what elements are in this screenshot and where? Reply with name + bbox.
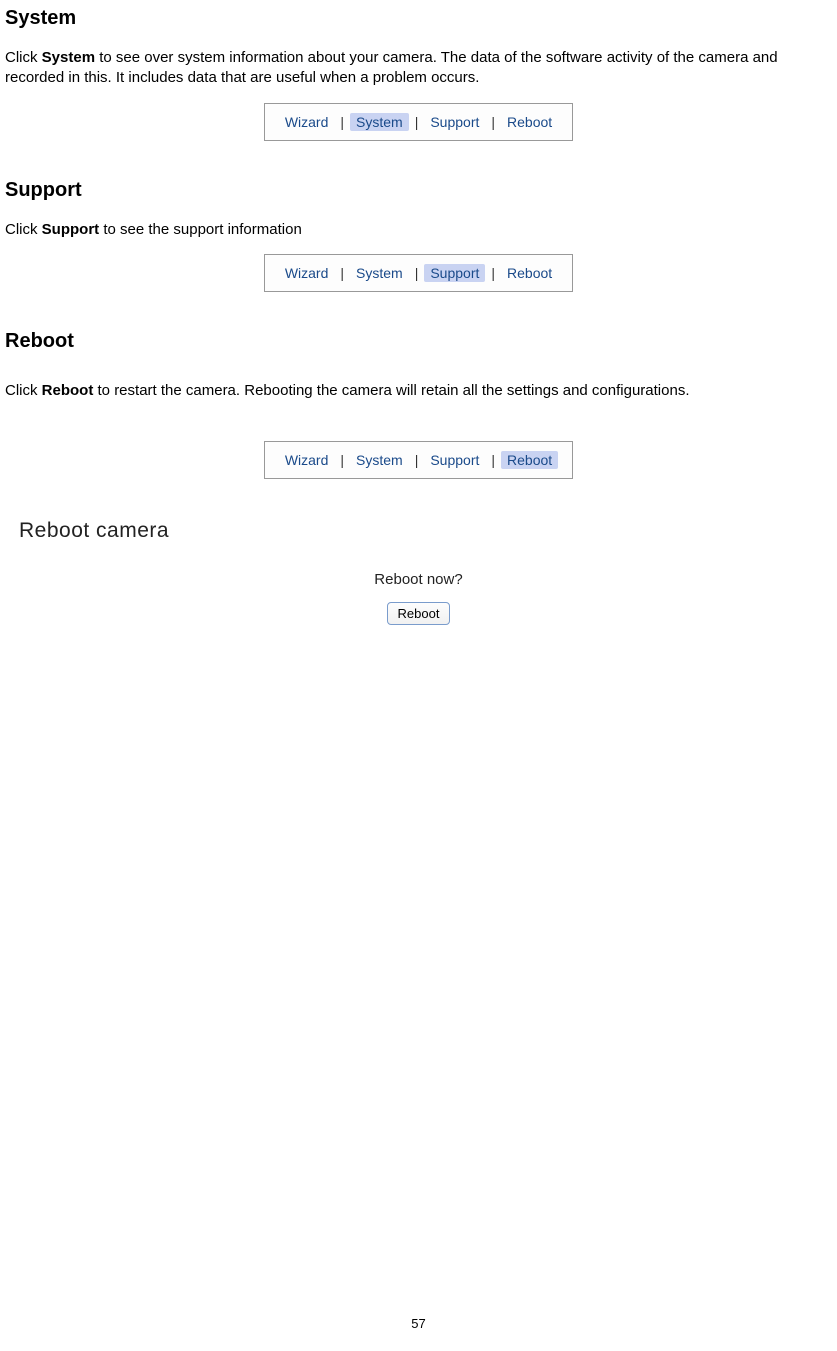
tab-separator: | xyxy=(485,452,501,468)
para-reboot-bold: Reboot xyxy=(42,382,94,399)
tabbar: Wizard | System | Support | Reboot xyxy=(264,441,573,479)
tab-separator: | xyxy=(334,265,350,281)
tab-separator: | xyxy=(409,452,425,468)
tab-reboot[interactable]: Reboot xyxy=(501,113,558,131)
reboot-prompt: Reboot now? xyxy=(15,571,822,588)
tab-separator: | xyxy=(409,114,425,130)
tab-system[interactable]: System xyxy=(350,113,409,131)
tab-wizard[interactable]: Wizard xyxy=(279,451,335,469)
para-system-bold: System xyxy=(42,49,95,66)
tab-reboot[interactable]: Reboot xyxy=(501,264,558,282)
tab-system[interactable]: System xyxy=(350,264,409,282)
heading-support: Support xyxy=(5,179,832,202)
para-system-pre: Click xyxy=(5,49,42,66)
para-support-pre: Click xyxy=(5,221,42,238)
heading-reboot: Reboot xyxy=(5,330,832,353)
figure-tabbar-support: Wizard | System | Support | Reboot xyxy=(5,254,832,292)
tab-separator: | xyxy=(334,452,350,468)
tab-support[interactable]: Support xyxy=(424,264,485,282)
para-support-post: to see the support information xyxy=(99,221,302,238)
figure-tabbar-reboot: Wizard | System | Support | Reboot xyxy=(5,441,832,479)
reboot-panel-title: Reboot camera xyxy=(19,519,822,543)
heading-system: System xyxy=(5,7,832,30)
tab-wizard[interactable]: Wizard xyxy=(279,264,335,282)
tab-separator: | xyxy=(409,265,425,281)
para-support: Click Support to see the support informa… xyxy=(5,220,832,240)
tabbar: Wizard | System | Support | Reboot xyxy=(264,103,573,141)
para-system-post: to see over system information about you… xyxy=(5,49,778,86)
para-reboot-post: to restart the camera. Rebooting the cam… xyxy=(93,382,689,399)
tab-separator: | xyxy=(485,265,501,281)
para-support-bold: Support xyxy=(42,221,100,238)
tab-support[interactable]: Support xyxy=(424,451,485,469)
tab-wizard[interactable]: Wizard xyxy=(279,113,335,131)
tab-system[interactable]: System xyxy=(350,451,409,469)
tab-support[interactable]: Support xyxy=(424,113,485,131)
tab-separator: | xyxy=(334,114,350,130)
figure-tabbar-system: Wizard | System | Support | Reboot xyxy=(5,103,832,141)
tab-reboot[interactable]: Reboot xyxy=(501,451,558,469)
reboot-button[interactable]: Reboot xyxy=(387,602,451,625)
para-system: Click System to see over system informat… xyxy=(5,48,832,89)
para-reboot-pre: Click xyxy=(5,382,42,399)
para-reboot: Click Reboot to restart the camera. Rebo… xyxy=(5,381,832,401)
figure-reboot-panel: Reboot camera Reboot now? Reboot xyxy=(5,519,832,625)
page-number: 57 xyxy=(0,1316,837,1331)
tab-separator: | xyxy=(485,114,501,130)
tabbar: Wizard | System | Support | Reboot xyxy=(264,254,573,292)
